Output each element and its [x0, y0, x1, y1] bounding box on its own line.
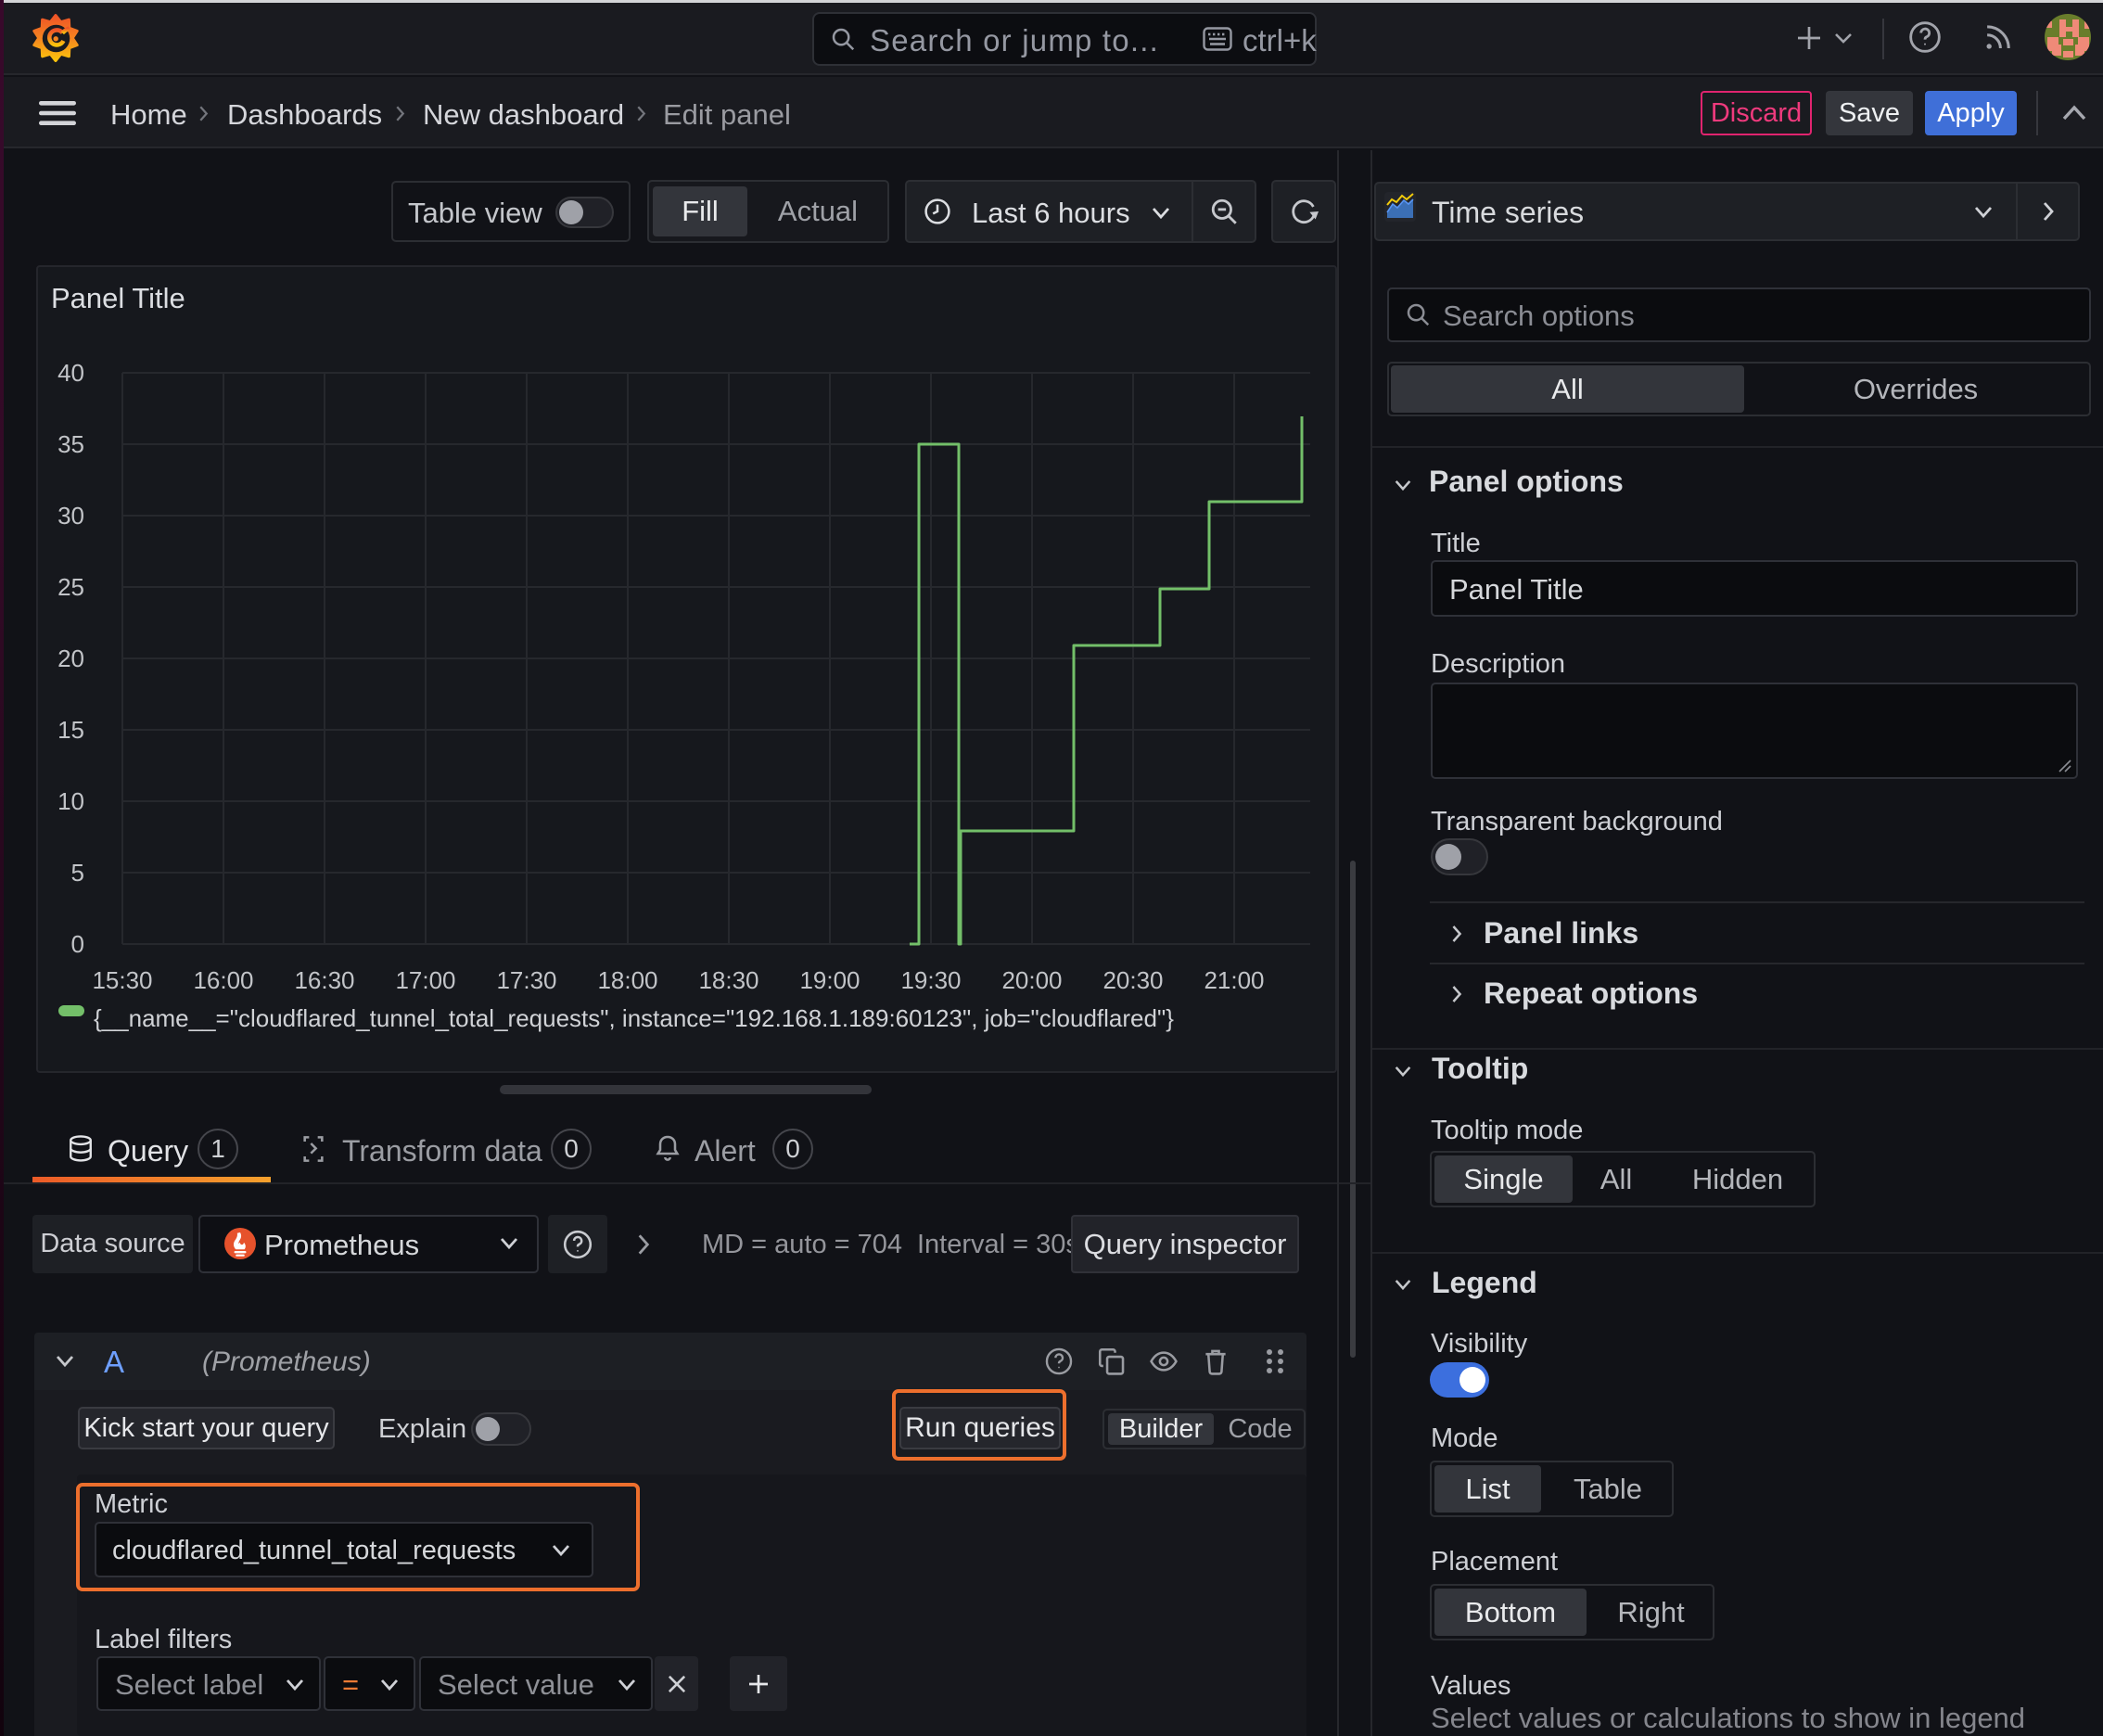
- svg-text:15:30: 15:30: [92, 966, 152, 994]
- svg-text:10: 10: [57, 787, 84, 815]
- svg-text:35: 35: [57, 430, 84, 458]
- svg-text:21:00: 21:00: [1204, 966, 1264, 994]
- svg-text:5: 5: [71, 859, 84, 887]
- svg-text:16:00: 16:00: [193, 966, 253, 994]
- svg-text:20: 20: [57, 645, 84, 672]
- svg-text:17:30: 17:30: [496, 966, 556, 994]
- svg-text:40: 40: [57, 359, 84, 387]
- svg-text:15: 15: [57, 716, 84, 744]
- svg-text:20:30: 20:30: [1102, 966, 1163, 994]
- svg-text:25: 25: [57, 573, 84, 601]
- svg-text:20:00: 20:00: [1001, 966, 1062, 994]
- svg-text:18:30: 18:30: [698, 966, 758, 994]
- svg-text:0: 0: [71, 930, 84, 958]
- svg-text:19:30: 19:30: [900, 966, 961, 994]
- svg-text:18:00: 18:00: [597, 966, 657, 994]
- svg-text:30: 30: [57, 502, 84, 530]
- svg-text:16:30: 16:30: [294, 966, 354, 994]
- svg-text:19:00: 19:00: [799, 966, 860, 994]
- svg-text:17:00: 17:00: [395, 966, 455, 994]
